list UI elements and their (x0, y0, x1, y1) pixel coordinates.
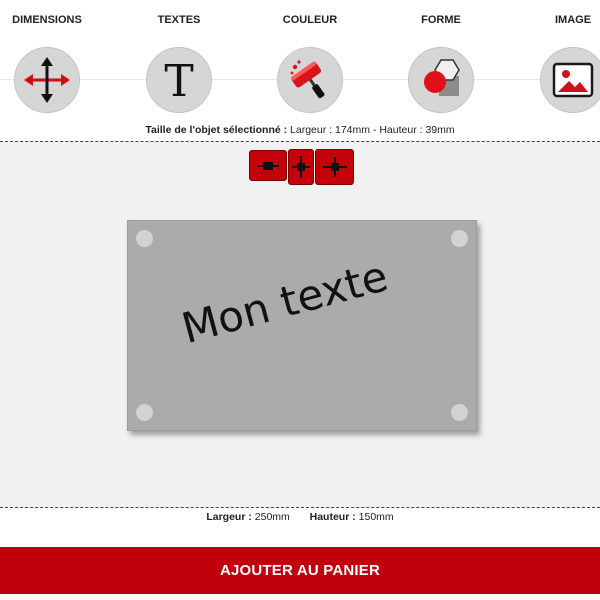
image-tool-button[interactable] (540, 47, 600, 113)
width-value: 250mm (254, 511, 290, 523)
zoom-in-button[interactable] (315, 149, 354, 185)
tool-labels: DIMENSIONS TEXTES COULEUR FORME IMAGE (0, 14, 600, 30)
plate-text-object[interactable]: Mon texte (177, 251, 393, 353)
resize-arrows-icon (24, 57, 70, 103)
add-to-cart-button[interactable]: AJOUTER AU PANIER (0, 547, 600, 594)
mounting-hole (451, 404, 468, 421)
tool-label-forme: FORME (421, 14, 461, 26)
zoom-out-button[interactable] (249, 150, 287, 181)
selected-object-size: Taille de l'objet sélectionné : Largeur … (0, 124, 600, 136)
sign-plate[interactable]: Mon texte (127, 220, 477, 431)
shapes-icon (424, 59, 460, 96)
color-tool-button[interactable] (277, 47, 343, 113)
plus-icon (322, 157, 347, 177)
svg-text:T: T (164, 57, 193, 103)
picture-icon (552, 62, 594, 98)
text-tool-button[interactable]: T (146, 47, 212, 113)
mounting-hole (136, 230, 153, 247)
tool-label-image: IMAGE (554, 14, 592, 26)
tool-label-dimensions: DIMENSIONS (12, 14, 82, 26)
minus-icon (257, 161, 279, 170)
tool-label-couleur: COULEUR (282, 14, 338, 26)
plate-dimensions: Largeur : 250mm Hauteur : 150mm (0, 511, 600, 523)
shape-tool-button[interactable] (408, 47, 474, 113)
design-canvas[interactable]: Mon texte (0, 141, 600, 508)
plus-narrow-icon (292, 156, 310, 178)
dimensions-tool-button[interactable] (14, 47, 80, 113)
mounting-hole (451, 230, 468, 247)
tool-label-textes: TEXTES (157, 14, 201, 26)
paint-roller-icon (290, 60, 325, 99)
selected-size-label: Taille de l'objet sélectionné : (145, 124, 288, 136)
height-label: Hauteur : (309, 511, 356, 523)
selected-size-value: Largeur : 174mm - Hauteur : 39mm (290, 124, 455, 136)
zoom-reset-button[interactable] (288, 149, 314, 185)
text-t-icon: T (164, 57, 193, 103)
mounting-hole (136, 404, 153, 421)
width-label: Largeur : (206, 511, 252, 523)
height-value: 150mm (358, 511, 394, 523)
